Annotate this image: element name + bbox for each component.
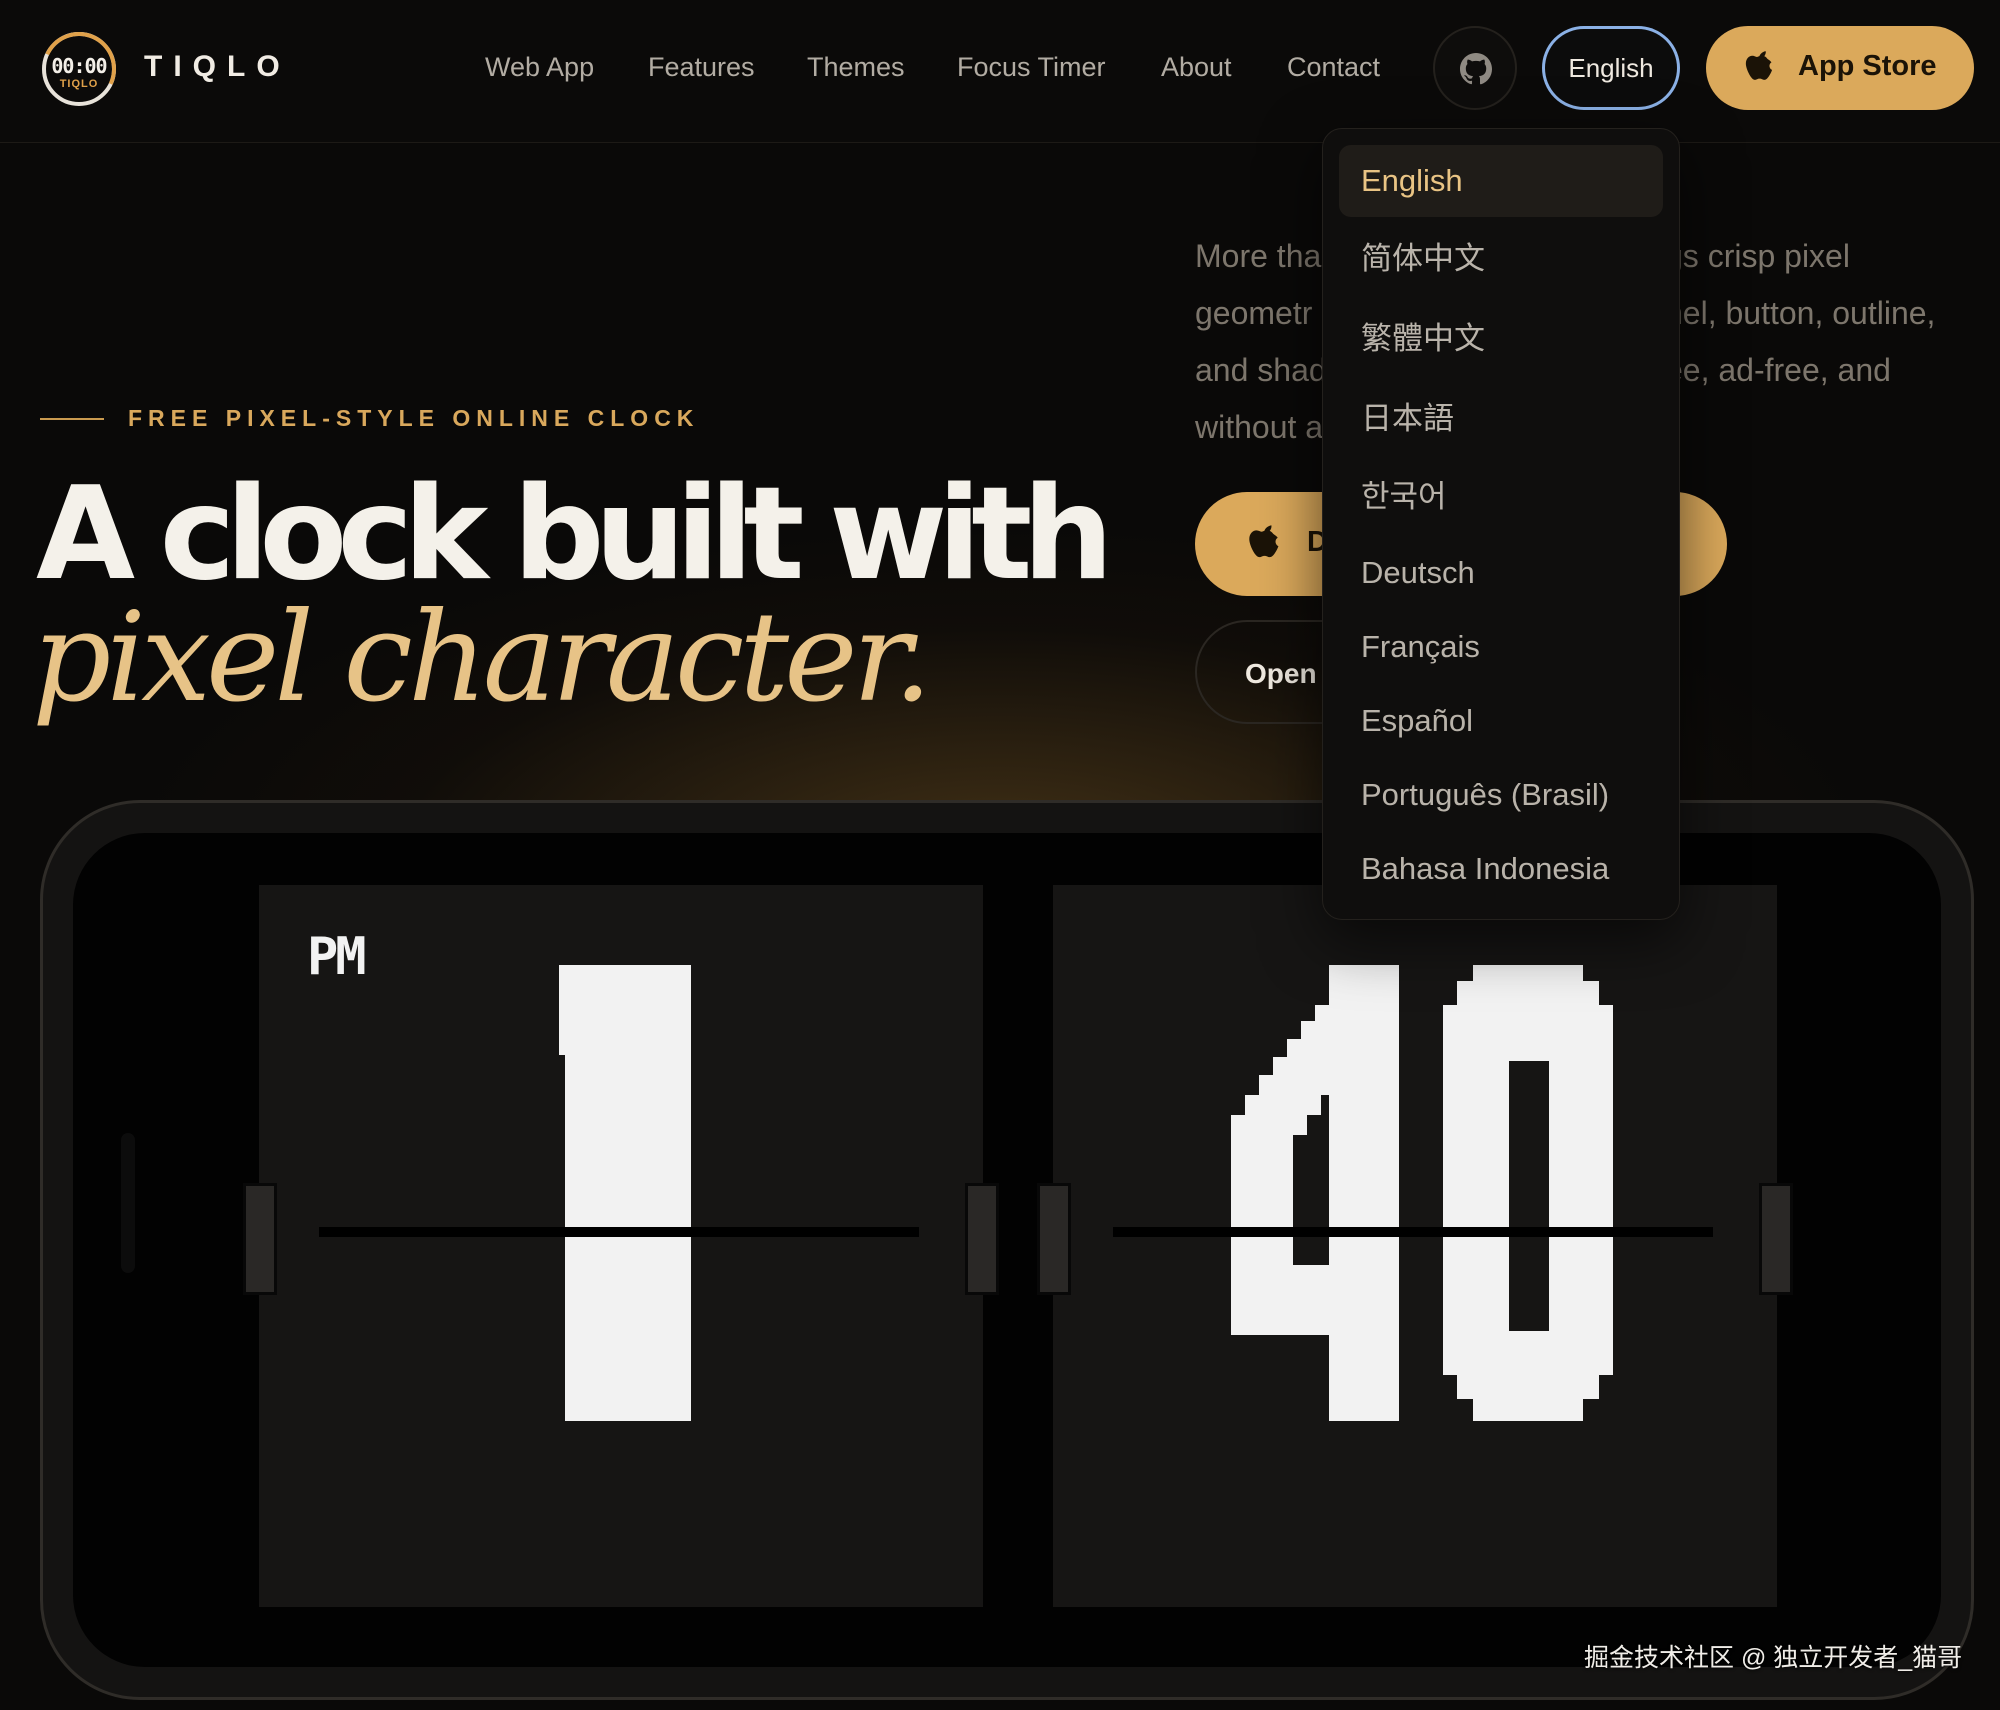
github-icon [1460, 53, 1492, 85]
hero-eyebrow: FREE PIXEL-STYLE ONLINE CLOCK [128, 405, 700, 431]
apple-icon [1249, 525, 1279, 558]
language-option-korean[interactable]: 한국어 [1339, 461, 1663, 533]
language-option-spanish[interactable]: Español [1339, 685, 1663, 757]
device-frame: PM 1 [40, 800, 1974, 1700]
hour-digit [559, 965, 691, 1421]
nav-link-themes[interactable]: Themes [807, 52, 905, 83]
language-option-portuguese-br[interactable]: Português (Brasil) [1339, 759, 1663, 831]
eyebrow-rule [40, 418, 104, 420]
language-menu: English 简体中文 繁體中文 日本語 한국어 Deutsch França… [1322, 128, 1680, 920]
logo-time: 00:00 [51, 54, 107, 78]
nav-link-contact[interactable]: Contact [1287, 52, 1380, 83]
language-option-japanese[interactable]: 日本語 [1339, 383, 1663, 455]
language-option-zh-hant[interactable]: 繁體中文 [1339, 303, 1663, 375]
logo[interactable]: 00:00 TIQLO [31, 21, 127, 117]
language-option-french[interactable]: Français [1339, 611, 1663, 683]
device-screen: PM 1 [73, 833, 1941, 1667]
language-option-english[interactable]: English [1339, 145, 1663, 217]
brand-name[interactable]: TIQLO [144, 50, 291, 84]
hour-flap: PM 1 [243, 885, 999, 1607]
hero-headline-accent: pixel character. [32, 586, 933, 730]
logo-sub: TIQLO [59, 78, 99, 90]
nav-link-about[interactable]: About [1161, 52, 1232, 83]
language-select-button[interactable]: English [1542, 26, 1680, 110]
apple-icon [1745, 51, 1773, 80]
language-option-zh-hans[interactable]: 简体中文 [1339, 223, 1663, 295]
open-label: Open [1245, 658, 1317, 689]
flap-split-line [319, 1227, 919, 1237]
nav-link-features[interactable]: Features [648, 52, 755, 83]
app-store-label: App Store [1798, 50, 1937, 82]
minute-flap: 40 [1037, 885, 1793, 1607]
device-side-button [121, 1133, 135, 1273]
app-store-button[interactable]: App Store [1706, 26, 1974, 110]
language-option-german[interactable]: Deutsch [1339, 537, 1663, 609]
nav-link-focus-timer[interactable]: Focus Timer [957, 52, 1106, 83]
flap-split-line [1113, 1227, 1713, 1237]
top-nav: 00:00 TIQLO TIQLO Web App Features Theme… [0, 0, 2000, 143]
watermark: 掘金技术社区 @ 独立开发者_猫哥 [1584, 1644, 1963, 1672]
minute-digits [1231, 965, 1613, 1421]
nav-link-web-app[interactable]: Web App [485, 52, 594, 83]
language-option-indonesian[interactable]: Bahasa Indonesia [1339, 833, 1663, 905]
github-button[interactable] [1433, 26, 1517, 110]
